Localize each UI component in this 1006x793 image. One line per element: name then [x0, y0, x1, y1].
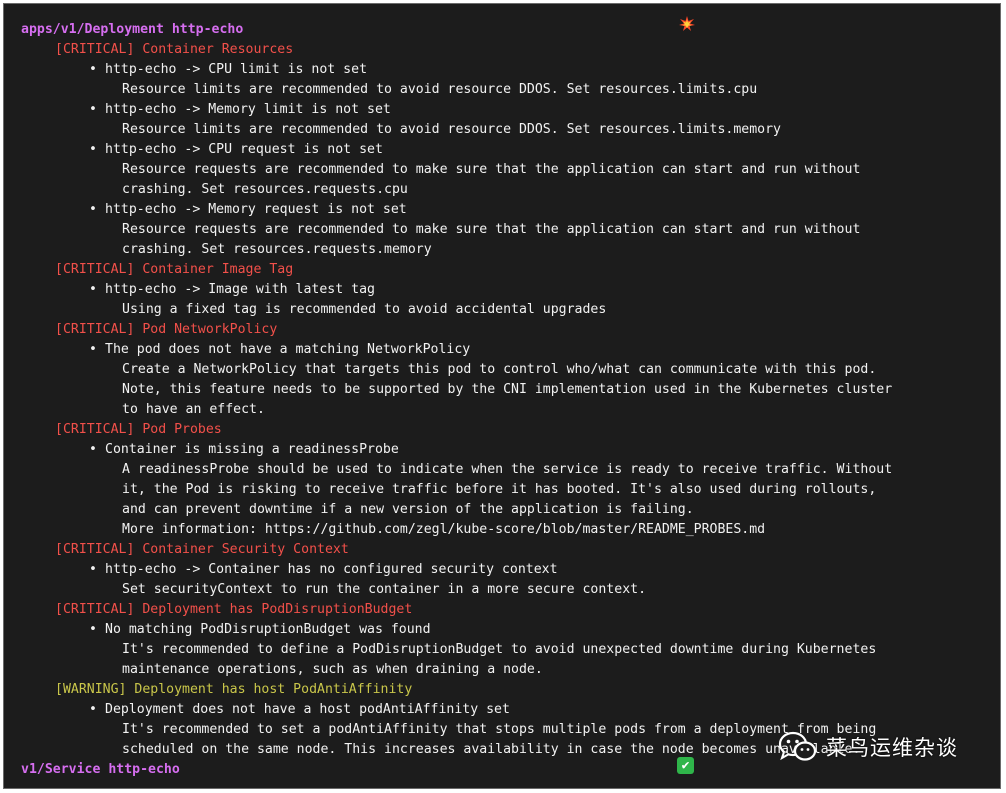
finding-item: • The pod does not have a matching Networ…: [4, 340, 1000, 360]
line-text: Deployment does not have a host podAntiA…: [105, 702, 510, 717]
line-text: http-echo -> CPU request is not set: [105, 142, 383, 157]
line-text: http-echo -> Memory request is not set: [105, 202, 407, 217]
finding-detail: Note, this feature needs to be supported…: [4, 380, 1000, 400]
explosion-icon: [679, 16, 695, 36]
line-text: Resource requests are recommended to mak…: [122, 222, 861, 237]
bullet-icon: •: [89, 342, 97, 357]
finding-item: • http-echo -> CPU request is not set: [4, 140, 1000, 160]
finding-item: • http-echo -> Image with latest tag: [4, 280, 1000, 300]
line-text: Resource requests are recommended to mak…: [122, 162, 861, 177]
critical-check: [CRITICAL] Container Image Tag: [4, 260, 1000, 280]
finding-detail: Create a NetworkPolicy that targets this…: [4, 360, 1000, 380]
wechat-icon: [778, 730, 818, 764]
critical-check: [CRITICAL] Deployment has PodDisruptionB…: [4, 600, 1000, 620]
line-text: Container is missing a readinessProbe: [105, 442, 399, 457]
line-text: http-echo -> Container has no configured…: [105, 562, 558, 577]
finding-item: • http-echo -> Memory limit is not set: [4, 100, 1000, 120]
finding-detail: maintenance operations, such as when dra…: [4, 660, 1000, 680]
finding-detail: Resource requests are recommended to mak…: [4, 160, 1000, 180]
line-text: it, the Pod is risking to receive traffi…: [122, 482, 877, 497]
bullet-icon: •: [89, 102, 97, 117]
bullet-icon: •: [89, 562, 97, 577]
finding-detail: and can prevent downtime if a new versio…: [4, 500, 1000, 520]
bullet-icon: •: [89, 282, 97, 297]
object-header: apps/v1/Deployment http-echo: [4, 20, 1000, 40]
finding-detail: it, the Pod is risking to receive traffi…: [4, 480, 1000, 500]
finding-item: • Deployment does not have a host podAnti…: [4, 700, 1000, 720]
line-text: [CRITICAL] Deployment has PodDisruptionB…: [55, 602, 413, 617]
line-text: [CRITICAL] Container Resources: [55, 42, 294, 57]
finding-item: • http-echo -> CPU limit is not set: [4, 60, 1000, 80]
line-text: Resource limits are recommended to avoid…: [122, 122, 781, 137]
line-text: and can prevent downtime if a new versio…: [122, 502, 694, 517]
terminal-window: apps/v1/Deployment http-echo [CRITICAL] C…: [3, 3, 1001, 789]
line-text: scheduled on the same node. This increas…: [122, 742, 861, 757]
line-text: apps/v1/Deployment http-echo: [21, 22, 244, 37]
line-text: crashing. Set resources.requests.cpu: [122, 182, 408, 197]
line-text: http-echo -> CPU limit is not set: [105, 62, 368, 77]
finding-detail: It's recommended to define a PodDisrupti…: [4, 640, 1000, 660]
line-text: [CRITICAL] Pod Probes: [55, 422, 222, 437]
line-text: It's recommended to define a PodDisrupti…: [122, 642, 877, 657]
kube-score-output: apps/v1/Deployment http-echo [CRITICAL] C…: [4, 20, 1000, 780]
line-text: The pod does not have a matching Network…: [105, 342, 471, 357]
finding-detail: Resource limits are recommended to avoid…: [4, 120, 1000, 140]
bullet-icon: •: [89, 62, 97, 77]
line-text: Note, this feature needs to be supported…: [122, 382, 893, 397]
finding-detail: More information: https://github.com/zeg…: [4, 520, 1000, 540]
bullet-icon: •: [89, 622, 97, 637]
critical-check: [CRITICAL] Container Security Context: [4, 540, 1000, 560]
line-text: No matching PodDisruptionBudget was foun…: [105, 622, 431, 637]
line-text: http-echo -> Memory limit is not set: [105, 102, 391, 117]
check-mark-icon: ✔: [677, 757, 694, 774]
bullet-icon: •: [89, 442, 97, 457]
critical-check: [CRITICAL] Pod Probes: [4, 420, 1000, 440]
line-text: maintenance operations, such as when dra…: [122, 662, 543, 677]
bullet-icon: •: [89, 142, 97, 157]
finding-detail: Using a fixed tag is recommended to avoi…: [4, 300, 1000, 320]
finding-item: • http-echo -> Memory request is not set: [4, 200, 1000, 220]
line-text: [CRITICAL] Pod NetworkPolicy: [55, 322, 278, 337]
line-text: [CRITICAL] Container Security Context: [55, 542, 349, 557]
bullet-icon: •: [89, 702, 97, 717]
finding-detail: A readinessProbe should be used to indic…: [4, 460, 1000, 480]
warning-check: [WARNING] Deployment has host PodAntiAff…: [4, 680, 1000, 700]
bullet-icon: •: [89, 202, 97, 217]
line-text: v1/Service http-echo: [21, 762, 180, 777]
line-text: More information: https://github.com/zeg…: [122, 522, 766, 537]
finding-detail: Set securityContext to run the container…: [4, 580, 1000, 600]
line-text: Using a fixed tag is recommended to avoi…: [122, 302, 607, 317]
finding-item: • http-echo -> Container has no configure…: [4, 560, 1000, 580]
finding-detail: to have an effect.: [4, 400, 1000, 420]
line-text: [CRITICAL] Container Image Tag: [55, 262, 294, 277]
line-text: Create a NetworkPolicy that targets this…: [122, 362, 877, 377]
line-text: to have an effect.: [122, 402, 265, 417]
finding-detail: crashing. Set resources.requests.cpu: [4, 180, 1000, 200]
watermark-text: 菜鸟运维杂谈: [826, 736, 958, 760]
line-text: It's recommended to set a podAntiAffinit…: [122, 722, 877, 737]
line-text: Set securityContext to run the container…: [122, 582, 647, 597]
critical-check: [CRITICAL] Pod NetworkPolicy: [4, 320, 1000, 340]
finding-detail: crashing. Set resources.requests.memory: [4, 240, 1000, 260]
line-text: Resource limits are recommended to avoid…: [122, 82, 758, 97]
line-text: [WARNING] Deployment has host PodAntiAff…: [55, 682, 413, 697]
finding-detail: Resource requests are recommended to mak…: [4, 220, 1000, 240]
finding-item: • No matching PodDisruptionBudget was fou…: [4, 620, 1000, 640]
line-text: crashing. Set resources.requests.memory: [122, 242, 432, 257]
finding-detail: Resource limits are recommended to avoid…: [4, 80, 1000, 100]
finding-item: • Container is missing a readinessProbe: [4, 440, 1000, 460]
watermark: 菜鸟运维杂谈: [778, 730, 958, 764]
line-text: A readinessProbe should be used to indic…: [122, 462, 893, 477]
critical-check: [CRITICAL] Container Resources: [4, 40, 1000, 60]
line-text: http-echo -> Image with latest tag: [105, 282, 375, 297]
